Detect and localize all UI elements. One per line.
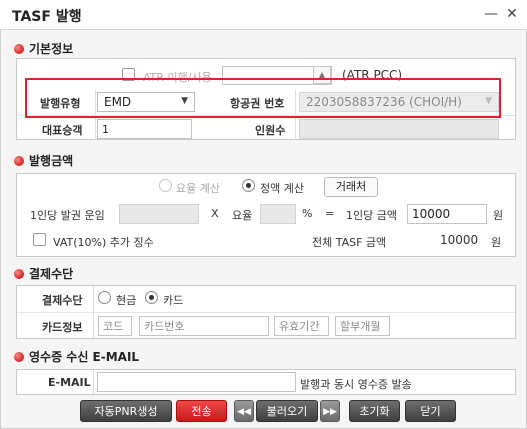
- payment-method-label: 결제수단: [42, 294, 83, 307]
- section-receipt-title: 영수증 수신 E-MAIL: [29, 350, 140, 364]
- fare-label: 1인당 발권 운임: [30, 209, 105, 222]
- won-unit: 원: [493, 209, 504, 222]
- fare-input: [119, 204, 199, 224]
- radio-fixed-calc[interactable]: [242, 179, 255, 192]
- total-tasf-value: 10000: [440, 233, 479, 247]
- section-bullet-icon: [14, 156, 24, 166]
- col-divider: [93, 286, 94, 338]
- email-input[interactable]: [97, 372, 296, 392]
- card-expiry-input[interactable]: [274, 316, 329, 336]
- vat-checkbox[interactable]: [33, 233, 46, 246]
- section-basic-info: 기본정보: [14, 40, 73, 57]
- section-amount-title: 발행금액: [29, 154, 74, 168]
- vendor-button[interactable]: 거래처: [324, 177, 378, 197]
- section-payment: 결제수단: [14, 265, 73, 282]
- headcount-field: [299, 119, 499, 139]
- card-info-label: 카드정보: [42, 321, 83, 334]
- section-receipt: 영수증 수신 E-MAIL: [14, 348, 139, 365]
- email-note: 발행과 동시 영수증 발송: [300, 378, 412, 391]
- auto-pnr-button[interactable]: 자동PNR생성: [80, 400, 172, 422]
- section-bullet-icon: [14, 44, 24, 54]
- rate-input: [260, 204, 296, 224]
- rate-label: 요율: [232, 209, 253, 222]
- section-payment-title: 결제수단: [29, 267, 74, 281]
- per-person-label: 1인당 금액: [346, 209, 397, 222]
- send-button[interactable]: 전송: [176, 400, 227, 422]
- main-passenger-label: 대표승객: [42, 124, 83, 137]
- vat-label: VAT(10%) 추가 징수: [53, 236, 154, 249]
- section-amount: 발행금액: [14, 152, 73, 169]
- reset-button[interactable]: 초기화: [349, 400, 400, 422]
- equals-sign: =: [325, 207, 335, 220]
- radio-card-label: 카드: [163, 294, 184, 307]
- multiply-sign: X: [211, 207, 219, 220]
- card-number-input[interactable]: [139, 316, 269, 336]
- close-icon[interactable]: ✕: [503, 4, 521, 24]
- prev-icon[interactable]: ◀◀: [234, 400, 254, 422]
- section-bullet-icon: [14, 269, 24, 279]
- radio-rate-label: 요율 계산: [176, 182, 220, 195]
- title-bar: TASF 발행 — ✕: [0, 0, 527, 30]
- per-person-amount-input[interactable]: [407, 204, 487, 224]
- headcount-label: 인원수: [255, 124, 286, 137]
- radio-fixed-label: 정액 계산: [260, 182, 304, 195]
- next-icon[interactable]: ▶▶: [320, 400, 340, 422]
- main-passenger-input[interactable]: [97, 119, 192, 139]
- total-tasf-label: 전체 TASF 금액: [312, 236, 387, 249]
- load-button[interactable]: 불러오기: [256, 400, 318, 422]
- percent-sign: %: [302, 207, 313, 220]
- close-button[interactable]: 닫기: [405, 400, 456, 422]
- total-unit: 원: [491, 236, 502, 249]
- radio-rate-calc[interactable]: [159, 179, 172, 192]
- radio-cash[interactable]: [98, 291, 111, 304]
- email-label: E-MAIL: [48, 376, 91, 389]
- col-divider: [93, 370, 94, 394]
- radio-cash-label: 현금: [116, 294, 137, 307]
- highlight-box: [25, 78, 501, 118]
- card-code-input[interactable]: [98, 316, 132, 336]
- window-title: TASF 발행: [12, 9, 82, 25]
- minimize-icon[interactable]: —: [482, 4, 500, 24]
- radio-card[interactable]: [145, 291, 158, 304]
- row-divider: [17, 312, 515, 313]
- section-basic-title: 기본정보: [29, 42, 74, 56]
- installment-input[interactable]: [335, 316, 390, 336]
- section-bullet-icon: [14, 352, 24, 362]
